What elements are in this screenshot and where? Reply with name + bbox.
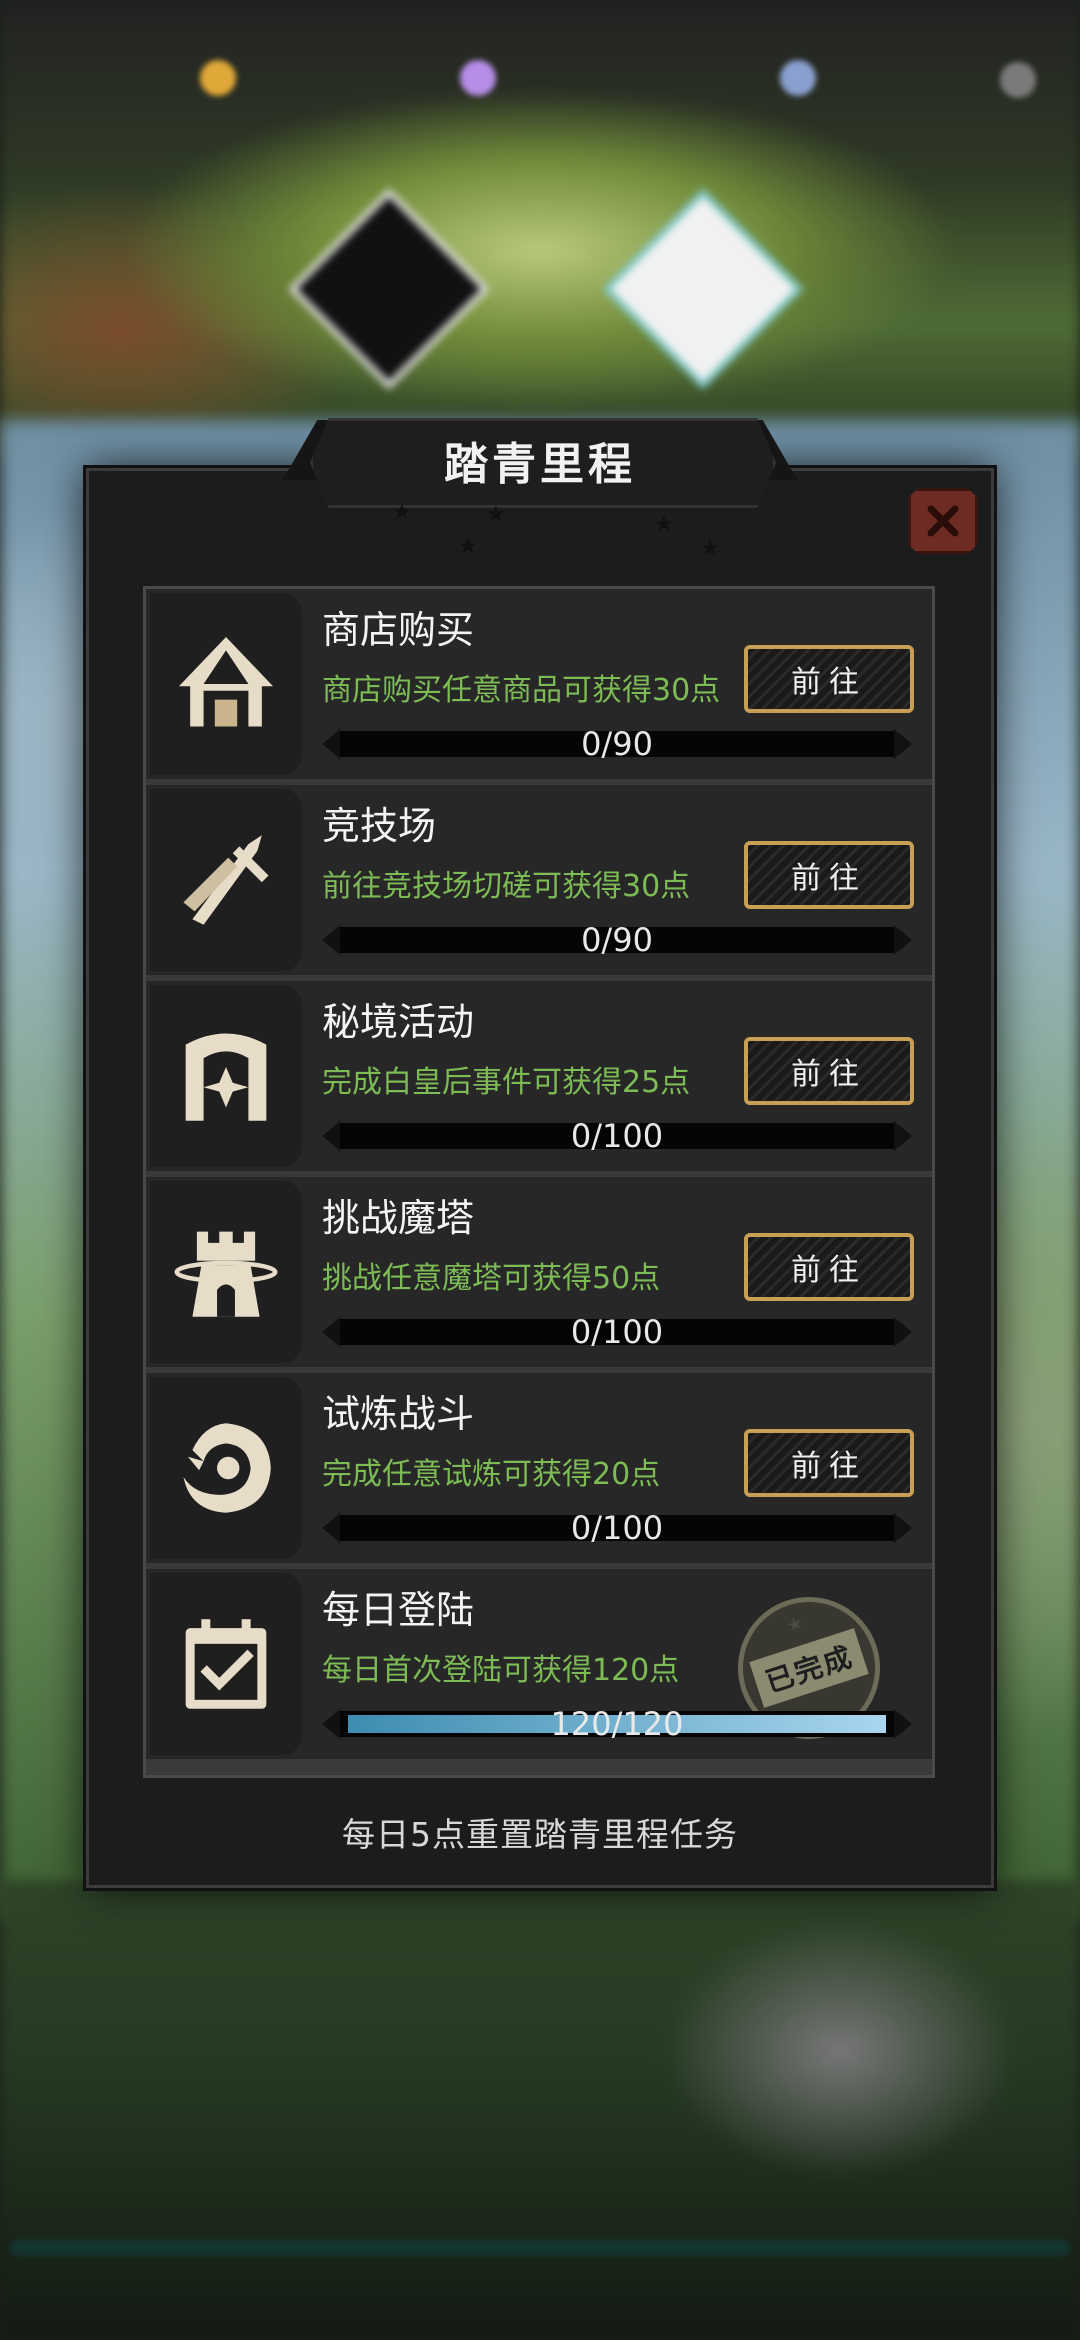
go-button[interactable]: 前往	[744, 1037, 914, 1105]
mystic-gate-icon	[185, 1033, 267, 1121]
go-button[interactable]: 前往	[744, 645, 914, 713]
star-decoration: ★	[700, 536, 720, 561]
reset-note: 每日5点重置踏青里程任务	[342, 1815, 738, 1854]
task-row-tower: 挑战魔塔 挑战任意魔塔可获得50点 前往 0/100	[146, 1177, 932, 1367]
task-icon-box	[150, 1377, 302, 1559]
task-row-trial: 试炼战斗 完成任意试炼可获得20点 前往 0/100	[146, 1373, 932, 1563]
close-button[interactable]	[908, 488, 978, 554]
currency-bar	[0, 50, 1080, 120]
task-description: 挑战任意魔塔可获得50点	[322, 1261, 661, 1296]
gem-icon	[460, 60, 496, 96]
task-description: 完成任意试炼可获得20点	[322, 1457, 661, 1492]
task-row-shop: 商店购买 商店购买任意商品可获得30点 前往 0/90	[146, 589, 932, 779]
completed-stamp-label: 已完成	[749, 1628, 869, 1708]
progress-text: 0/100	[570, 1509, 664, 1547]
progress-text: 120/120	[550, 1705, 684, 1743]
task-list: 商店购买 商店购买任意商品可获得30点 前往 0/90 竞技场 前往竞技场切磋可…	[143, 586, 935, 1778]
progress-bar: 0/100	[322, 1313, 912, 1351]
progress-bar: 120/120	[322, 1705, 912, 1743]
star-decoration: ★	[654, 512, 674, 537]
crossed-swords-icon	[183, 835, 269, 925]
task-name: 商店购买	[322, 608, 475, 652]
task-icon-box	[150, 789, 302, 971]
task-name: 试炼战斗	[322, 1392, 475, 1436]
progress-bar: 0/100	[322, 1509, 912, 1547]
task-name: 每日登陆	[322, 1588, 475, 1632]
progress-text: 0/100	[570, 1313, 664, 1351]
task-icon-box	[150, 1181, 302, 1363]
task-name: 秘境活动	[322, 1000, 475, 1044]
stamp-star-icon: ★	[784, 1612, 806, 1638]
task-description: 完成白皇后事件可获得25点	[322, 1065, 691, 1100]
quill-icon	[780, 60, 816, 96]
shop-tent-icon	[178, 636, 274, 727]
background-scene-bottom	[0, 1880, 1080, 2340]
task-name: 竞技场	[322, 804, 437, 848]
progress-bar: 0/100	[322, 1117, 912, 1155]
progress-bar: 0/90	[322, 725, 912, 763]
go-button[interactable]: 前往	[744, 1429, 914, 1497]
star-decoration: ★	[458, 534, 478, 559]
gold-coin-icon	[200, 60, 236, 96]
menu-icon	[1000, 62, 1036, 98]
progress-text: 0/100	[570, 1117, 664, 1155]
task-icon-box	[150, 985, 302, 1167]
go-button[interactable]: 前往	[744, 1233, 914, 1301]
task-description: 商店购买任意商品可获得30点	[322, 673, 721, 708]
gold-currency	[200, 60, 246, 96]
star-decoration: ★	[486, 502, 506, 527]
tower-icon	[174, 1231, 278, 1317]
progress-text: 0/90	[581, 921, 653, 959]
task-row-mystic: 秘境活动 完成白皇后事件可获得25点 前往 0/100	[146, 981, 932, 1171]
task-name: 挑战魔塔	[322, 1196, 475, 1240]
close-icon	[927, 505, 959, 537]
dialog-title: 踏青里程	[444, 439, 636, 490]
dragon-icon	[183, 1423, 271, 1513]
task-row-daily-login: 每日登陆 每日首次登陆可获得120点 ★ 已完成 120/120	[146, 1569, 932, 1759]
settings-currency	[1000, 62, 1046, 98]
calendar-check-icon	[185, 1619, 267, 1709]
go-button[interactable]: 前往	[744, 841, 914, 909]
progress-text: 0/90	[581, 725, 653, 763]
task-description: 前往竞技场切磋可获得30点	[322, 869, 691, 904]
background-milestone-track	[10, 2240, 1070, 2256]
star-decoration: ★	[392, 500, 412, 525]
task-icon-box	[150, 593, 302, 775]
progress-bar: 0/90	[322, 921, 912, 959]
gem-currency	[460, 60, 506, 96]
task-icon-box	[150, 1573, 302, 1755]
task-description: 每日首次登陆可获得120点	[322, 1653, 680, 1688]
energy-currency	[780, 60, 826, 96]
task-row-arena: 竞技场 前往竞技场切磋可获得30点 前往 0/90	[146, 785, 932, 975]
